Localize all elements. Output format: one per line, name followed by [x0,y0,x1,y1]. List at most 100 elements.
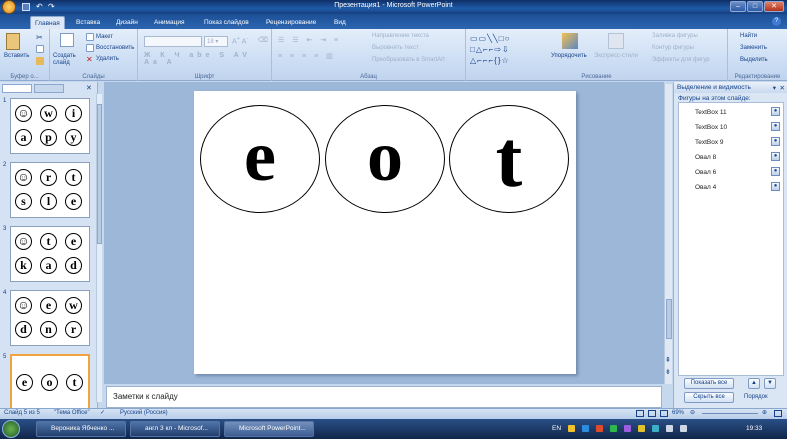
align-text-button[interactable]: Выровнять текст [372,45,419,51]
oval-letter-o[interactable]: o [325,105,445,213]
shape-fill-button[interactable]: Заливка фигуры [652,33,698,39]
shape-list-item[interactable]: TextBox 10 ● [679,120,783,135]
slide-canvas[interactable]: e o t [194,91,576,374]
format-painter-icon[interactable] [36,57,44,65]
tray-icon-1[interactable] [568,425,575,432]
font-name-select[interactable] [144,36,202,47]
slide-thumbnail-4[interactable]: ☺ e w d n r [10,290,90,346]
align-icons[interactable]: ≡ ≡ ≡ ≡ ▥ [278,52,336,60]
slides-tab[interactable] [2,84,32,93]
arrange-icon[interactable] [562,33,578,49]
convert-smartart-button[interactable]: Преобразовать в SmartArt [372,57,445,63]
outline-tab[interactable] [34,84,64,93]
prev-slide-icon[interactable]: ⇞ [665,356,671,364]
find-button[interactable]: Найти [740,33,757,39]
taskbar-button-word[interactable]: англ 3 кл - Microsof... [130,421,220,437]
fit-to-window-icon[interactable] [774,410,782,417]
visibility-eye-icon[interactable]: ● [771,137,780,146]
oval-letter-t[interactable]: t [449,105,569,213]
clock[interactable]: 19:33 [746,425,762,432]
shape-name[interactable]: Овал 8 [695,154,716,161]
tray-icon-4[interactable] [610,425,617,432]
slide-thumbnail-2[interactable]: ☺ r t s l e [10,162,90,218]
reset-button[interactable]: Восстановить [96,45,134,51]
view-sorter-icon[interactable] [648,410,656,417]
copy-icon[interactable] [36,45,44,53]
select-button[interactable]: Выделить [740,57,768,63]
text-style-icons[interactable]: Ж К Ч abe S AV Aa A [144,52,271,66]
replace-button[interactable]: Заменить [740,45,767,51]
help-icon[interactable]: ? [772,17,781,26]
move-down-button[interactable]: ▼ [764,378,776,389]
hide-all-button[interactable]: Скрыть все [684,392,734,403]
shape-name[interactable]: TextBox 11 [695,109,727,116]
shape-list-item[interactable]: TextBox 9 ● [679,135,783,150]
volume-icon[interactable] [680,425,687,432]
zoom-level[interactable]: 69% [672,410,684,416]
taskbar-button-opera[interactable]: Вероника Ябченко ... [36,421,126,437]
shape-list-item[interactable]: Овал 6 ● [679,165,783,180]
shapes-gallery[interactable]: ▭▭╲╲□○ □△⌐⌐⇨⇩ △⌐⌐⌐{}☆ [470,33,542,67]
slide-scroll-thumb[interactable] [666,299,672,339]
tray-icon-7[interactable] [652,425,659,432]
shape-name[interactable]: Овал 6 [695,169,716,176]
tab-slideshow[interactable]: Показ слайдов [200,16,253,29]
minimize-button[interactable]: – [730,1,746,12]
taskbar-button-powerpoint[interactable]: Microsoft PowerPoint... [224,421,314,437]
font-size-select[interactable]: 18 ▾ [204,36,228,47]
tray-icon-2[interactable] [582,425,589,432]
clear-format-icon[interactable]: ⌫ [258,36,268,44]
start-button[interactable] [2,420,20,438]
close-button[interactable]: ✕ [764,1,784,12]
show-all-button[interactable]: Показать все [684,378,734,389]
arrange-button[interactable]: Упорядочить [551,53,587,59]
shape-outline-button[interactable]: Контур фигуры [652,45,694,51]
tab-view[interactable]: Вид [330,16,350,29]
visibility-eye-icon[interactable]: ● [771,152,780,161]
delete-slide-button[interactable]: Удалить [96,56,119,62]
shape-name[interactable]: TextBox 9 [695,139,724,146]
notes-field[interactable]: Заметки к слайду [106,386,662,408]
cut-icon[interactable]: ✂ [36,33,43,42]
grow-font-icon[interactable]: A+ A- [232,36,248,45]
shape-effects-button[interactable]: Эффекты для фигур [652,57,710,63]
visibility-eye-icon[interactable]: ● [771,182,780,191]
slides-panel-scrollbar[interactable] [96,94,102,402]
visibility-eye-icon[interactable]: ● [771,107,780,116]
visibility-eye-icon[interactable]: ● [771,122,780,131]
tab-animation[interactable]: Анимация [150,16,189,29]
tab-design[interactable]: Дизайн [112,16,142,29]
paste-icon[interactable] [6,33,20,50]
quick-styles-icon[interactable] [608,33,624,49]
shape-list-item[interactable]: Овал 4 ● [679,180,783,195]
tab-review[interactable]: Рецензирование [262,16,320,29]
language-indicator[interactable]: EN [552,425,561,432]
theme-status[interactable]: "Тема Office" [54,410,90,416]
tray-icon-5[interactable] [624,425,631,432]
spellcheck-icon[interactable]: ✓ [100,409,105,416]
layout-button[interactable]: Макет [96,34,113,40]
slide-thumbnail-3[interactable]: ☺ t e k a d [10,226,90,282]
network-icon[interactable] [666,425,673,432]
pane-menu-icon[interactable]: ▾ [773,84,776,92]
slide-scrollbar[interactable]: ⇞ ⇟ [664,84,672,384]
letter-t[interactable]: t [496,116,523,204]
shape-name[interactable]: TextBox 10 [695,124,727,131]
paste-button[interactable]: Вставить [4,53,29,59]
maximize-button[interactable]: □ [747,1,763,12]
slide-thumbnail-5[interactable]: eot [10,354,90,410]
shape-list-item[interactable]: Овал 8 ● [679,150,783,165]
shape-name[interactable]: Овал 4 [695,184,716,191]
view-slideshow-icon[interactable] [660,410,668,417]
letter-o[interactable]: o [367,116,403,196]
close-panel-icon[interactable]: ✕ [86,84,92,92]
language-status[interactable]: Русский (Россия) [120,410,168,416]
zoom-in-icon[interactable]: ⊕ [762,409,767,416]
zoom-out-icon[interactable]: ⊖ [690,409,695,416]
visibility-eye-icon[interactable]: ● [771,167,780,176]
new-slide-icon[interactable] [60,33,74,47]
tray-icon-3[interactable] [596,425,603,432]
slide-thumbnail-1[interactable]: ☺ w i a p y [10,98,90,154]
letter-e[interactable]: e [244,116,276,196]
view-normal-icon[interactable] [636,410,644,417]
